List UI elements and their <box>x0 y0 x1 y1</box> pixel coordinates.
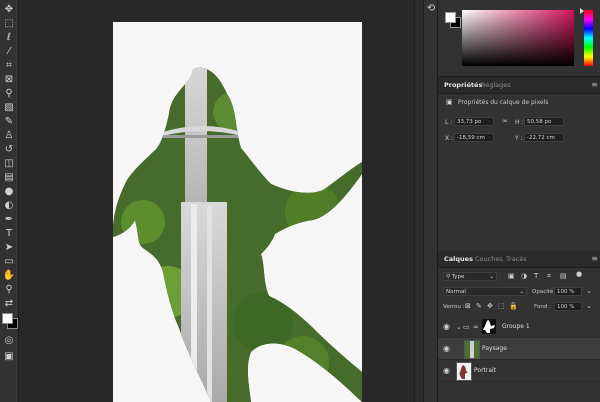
saturation-brightness-field[interactable] <box>462 10 574 66</box>
chain-link-icon[interactable]: ∞ <box>473 323 479 332</box>
tab-channels[interactable]: Couches <box>475 251 503 267</box>
tools-panel: ✥ ⬚ ℓ ⁄ ⌗ ⊠ ⚲ ▨ ✎ ♙ ↺ ◫ ▤ ● ◐ ✒ T ➤ ▭ ✋ … <box>0 0 19 402</box>
layers-menu-icon[interactable]: ≡ <box>591 251 598 267</box>
width-field[interactable]: 33,73 po <box>454 117 494 126</box>
hue-slider-handle[interactable] <box>580 8 584 14</box>
filter-toggle-icon[interactable]: ● <box>576 270 582 279</box>
opacity-chevron-icon[interactable]: ⌄ <box>586 287 592 296</box>
move-icon[interactable]: ✥ <box>2 3 16 17</box>
layer-thumbnail[interactable] <box>464 340 480 359</box>
lock-all-icon[interactable]: 🔒 <box>509 302 518 311</box>
tab-layers[interactable]: Calques <box>444 251 473 267</box>
properties-tabs: Propriétés Réglages ≡ <box>438 77 600 94</box>
zoom-icon[interactable]: ⚲ <box>2 283 16 297</box>
color-panel <box>438 0 600 77</box>
layer-filter-select[interactable]: ⚲ Type ⌄ <box>443 272 497 281</box>
properties-panel: ▣ Propriétés du calque de pixels L : 33,… <box>438 94 600 246</box>
group-mask-thumbnail[interactable] <box>482 319 496 334</box>
history-icon[interactable]: ⟲ <box>424 2 438 16</box>
right-panels: Propriétés Réglages ≡ ▣ Propriétés du ca… <box>437 0 600 402</box>
tab-adjustments[interactable]: Réglages <box>481 77 511 93</box>
fill-label: Fond : <box>534 304 551 310</box>
opacity-field[interactable]: 100 % <box>554 287 582 296</box>
lock-pixels-icon[interactable]: ✎ <box>476 302 482 311</box>
layer-name[interactable]: Groupe 1 <box>502 316 530 337</box>
chevron-down-icon: ⌄ <box>489 274 494 280</box>
eye-icon[interactable]: ◉ <box>443 322 452 331</box>
layer-name[interactable]: Paysage <box>482 338 507 359</box>
gradient-icon[interactable]: ▤ <box>2 171 16 185</box>
filter-smart-object-icon[interactable]: ▤ <box>560 272 567 281</box>
layer-row-paysage[interactable]: ◉ Paysage <box>438 338 600 360</box>
link-icon[interactable]: ∞ <box>502 117 508 126</box>
filter-shape-icon[interactable]: ⌗ <box>547 272 551 281</box>
y-label: Y : <box>515 135 523 142</box>
tab-paths[interactable]: Tracés <box>506 251 527 267</box>
layers-panel: ⚲ Type ⌄ ▣ ◑ T ⌗ ▤ ● Normal ⌄ Opacité : 10… <box>438 268 600 402</box>
brush-icon[interactable]: ✎ <box>2 115 16 129</box>
folder-icon: ▭ <box>463 323 470 331</box>
x-label: X : <box>445 135 454 142</box>
filter-type-icon[interactable]: T <box>534 272 538 281</box>
blur-icon[interactable]: ● <box>2 185 16 199</box>
rectangle-icon[interactable]: ▭ <box>2 255 16 269</box>
blend-mode-select[interactable]: Normal ⌄ <box>443 287 527 296</box>
lock-label: Verrou : <box>443 304 465 310</box>
healing-icon[interactable]: ▨ <box>2 101 16 115</box>
crop-icon[interactable]: ⌗ <box>2 59 16 73</box>
lock-transparency-icon[interactable]: ⊠ <box>465 302 471 311</box>
pixel-layer-icon: ▣ <box>446 98 453 106</box>
hue-slider[interactable] <box>584 10 593 66</box>
panel-menu-icon[interactable]: ≡ <box>591 77 598 93</box>
eye-icon[interactable]: ◉ <box>443 344 452 353</box>
quick-mask-icon[interactable]: ◎ <box>2 334 16 348</box>
frame-icon[interactable]: ⊠ <box>2 73 16 87</box>
canvas-area <box>19 0 414 402</box>
lock-artboard-icon[interactable]: ⬚ <box>498 302 505 311</box>
eraser-icon[interactable]: ◫ <box>2 157 16 171</box>
composite-image <box>113 22 362 402</box>
filter-adjustment-icon[interactable]: ◑ <box>521 272 527 281</box>
pen-icon[interactable]: ✒ <box>2 213 16 227</box>
chevron-down-icon: ⌄ <box>519 289 524 295</box>
lock-position-icon[interactable]: ✥ <box>487 302 493 311</box>
foreground-swatch[interactable] <box>2 313 13 324</box>
eye-icon[interactable]: ◉ <box>443 366 452 375</box>
x-field[interactable]: -18,59 cm <box>454 133 494 142</box>
foreground-color-chip[interactable] <box>445 12 456 23</box>
layers-tabs: Calques Couches Tracés ≡ <box>438 251 600 268</box>
document-canvas[interactable] <box>113 22 362 402</box>
swap-colors-icon[interactable]: ⇄ <box>2 297 16 311</box>
chevron-down-icon[interactable]: ⌄ <box>456 323 462 332</box>
height-label: H : <box>515 119 524 126</box>
history-brush-icon[interactable]: ↺ <box>2 143 16 157</box>
screen-mode-icon[interactable]: ▣ <box>2 350 16 364</box>
layer-name[interactable]: Portrait <box>474 360 496 381</box>
layer-row-portrait[interactable]: ◉ Portrait <box>438 360 600 382</box>
eyedropper-icon[interactable]: ⚲ <box>2 87 16 101</box>
width-label: L : <box>445 119 453 126</box>
layer-filter-value: Type <box>451 274 465 280</box>
tab-properties[interactable]: Propriétés <box>444 77 482 93</box>
lasso-icon[interactable]: ℓ <box>2 31 16 45</box>
path-select-icon[interactable]: ➤ <box>2 241 16 255</box>
stamp-icon[interactable]: ♙ <box>2 129 16 143</box>
height-field[interactable]: 50,58 po <box>524 117 564 126</box>
y-field[interactable]: -22,72 cm <box>524 133 564 142</box>
properties-subtitle: Propriétés du calque de pixels <box>458 99 549 106</box>
fill-chevron-icon[interactable]: ⌄ <box>586 302 592 311</box>
collapsed-panel-strip: ⟲ <box>423 0 438 402</box>
filter-pixel-icon[interactable]: ▣ <box>508 272 515 281</box>
fill-field[interactable]: 100 % <box>554 302 582 311</box>
blend-mode-value: Normal <box>446 289 466 295</box>
layer-row-group[interactable]: ◉ ⌄ ▭ ∞ Groupe 1 <box>438 316 600 338</box>
type-icon[interactable]: T <box>2 227 16 241</box>
marquee-icon[interactable]: ⬚ <box>2 17 16 31</box>
dodge-icon[interactable]: ◐ <box>2 199 16 213</box>
layer-thumbnail[interactable] <box>456 362 472 381</box>
magic-wand-icon[interactable]: ⁄ <box>2 45 16 59</box>
hand-icon[interactable]: ✋ <box>2 269 16 283</box>
